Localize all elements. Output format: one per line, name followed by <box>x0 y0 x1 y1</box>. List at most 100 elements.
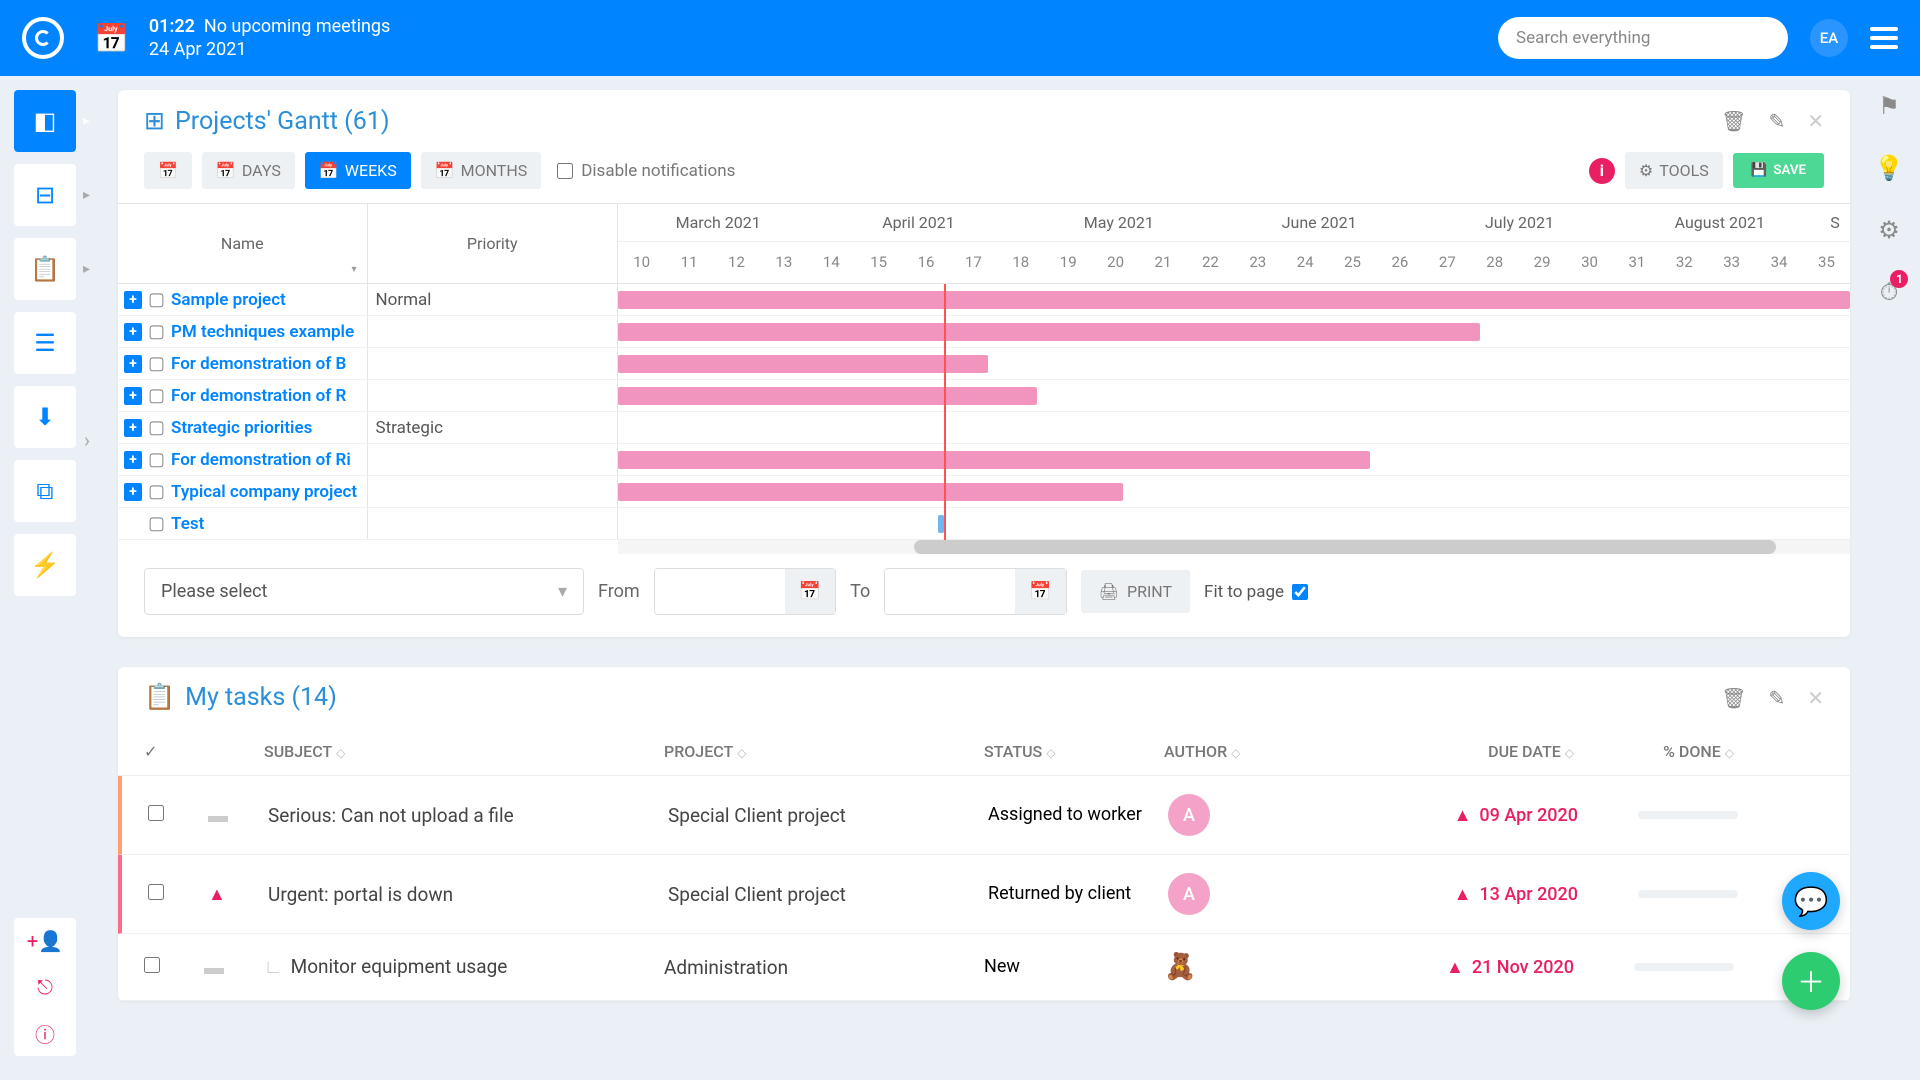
expand-icon[interactable]: + <box>124 483 142 501</box>
task-progress <box>1574 963 1734 971</box>
timer-icon[interactable]: ⏱1 <box>1880 278 1899 306</box>
subject-header[interactable]: SUBJECT◇ <box>264 742 664 761</box>
project-link[interactable]: Sample project <box>171 290 286 310</box>
edit-icon[interactable]: ✎ <box>1768 109 1785 133</box>
gantt-row[interactable]: ▢ Test <box>118 508 1850 540</box>
project-link[interactable]: Test <box>171 514 204 534</box>
gantt-bar[interactable] <box>618 355 988 373</box>
priority-cell <box>368 316 618 347</box>
gantt-scrollbar[interactable] <box>618 540 1850 554</box>
gantt-bar[interactable] <box>938 515 944 533</box>
task-checkbox[interactable] <box>148 884 164 900</box>
info-pill[interactable]: i <box>1589 158 1615 184</box>
calendar-icon[interactable]: 📅 <box>94 22 129 55</box>
delete-icon[interactable]: 🗑 <box>1721 109 1746 133</box>
status-header[interactable]: STATUS◇ <box>984 742 1164 761</box>
done-header[interactable]: % DONE◇ <box>1574 742 1734 761</box>
to-date-input[interactable]: 📅 <box>884 568 1066 615</box>
months-button[interactable]: 📅 MONTHS <box>421 152 542 189</box>
gantt-row[interactable]: +▢For demonstration of R <box>118 380 1850 412</box>
fit-to-page-checkbox[interactable]: Fit to page <box>1204 582 1308 602</box>
expand-icon[interactable]: + <box>124 355 142 373</box>
clipboard-icon: 📋 <box>144 683 175 712</box>
nav-dashboard[interactable]: ◧▸ <box>14 90 76 152</box>
disable-notifications-checkbox[interactable]: Disable notifications <box>557 161 735 181</box>
chat-fab[interactable]: 💬 <box>1782 872 1840 930</box>
task-row[interactable]: ▲Urgent: portal is downSpecial Client pr… <box>118 855 1850 934</box>
project-link[interactable]: Strategic priorities <box>171 418 312 438</box>
project-link[interactable]: PM techniques example <box>171 322 354 342</box>
expand-icon[interactable]: + <box>124 419 142 437</box>
tools-button[interactable]: ⚙ TOOLS <box>1625 152 1723 189</box>
tasks-delete-icon[interactable]: 🗑 <box>1721 686 1746 710</box>
clipboard-icon: ▢ <box>148 513 165 534</box>
flag-icon[interactable]: ⚑ <box>1878 92 1900 120</box>
weeks-button[interactable]: 📅 WEEKS <box>305 152 411 189</box>
gantt-title-text: Projects' Gantt (61) <box>175 107 390 136</box>
priority-column-header[interactable]: Priority <box>368 204 618 283</box>
author-header[interactable]: AUTHOR◇ <box>1164 742 1374 761</box>
baseline-select[interactable]: Please select▾ <box>144 568 584 615</box>
month-label: July 2021 <box>1419 204 1619 241</box>
close-icon[interactable]: ✕ <box>1807 109 1824 133</box>
nav-frame[interactable]: ⧉ <box>14 460 76 522</box>
print-button[interactable]: 🖨 PRINT <box>1081 570 1190 613</box>
nav-list[interactable]: ☰ <box>14 312 76 374</box>
gantt-bar[interactable] <box>618 451 1370 469</box>
user-avatar[interactable]: EA <box>1810 19 1848 57</box>
name-column-header[interactable]: Name ▾ <box>118 204 368 283</box>
nav-bolt[interactable]: ⚡ <box>14 534 76 596</box>
search-input[interactable]: Search everything <box>1498 17 1788 59</box>
task-row[interactable]: ▬∟Monitor equipment usageAdministrationN… <box>118 934 1850 1001</box>
expand-icon[interactable]: + <box>124 291 142 309</box>
project-link[interactable]: For demonstration of Ri <box>171 450 351 470</box>
gantt-row[interactable]: +▢PM techniques example <box>118 316 1850 348</box>
task-row[interactable]: ▬Serious: Can not upload a fileSpecial C… <box>118 776 1850 855</box>
nav-add-user[interactable]: +👤 <box>14 918 76 964</box>
nav-dropbox[interactable]: ⬇ <box>14 386 76 448</box>
days-button[interactable]: 📅 DAYS <box>202 152 295 189</box>
bulb-icon[interactable]: 💡 <box>1874 154 1904 182</box>
gantt-bar[interactable] <box>618 483 1123 501</box>
gantt-bar[interactable] <box>618 387 1037 405</box>
warning-icon: ▲ <box>1446 957 1464 978</box>
priority-cell <box>368 380 618 411</box>
nav-info[interactable]: ⓘ <box>14 1010 76 1056</box>
gantt-row[interactable]: + ▢ Typical company project <box>118 476 1850 508</box>
project-link[interactable]: For demonstration of R <box>171 386 346 406</box>
gantt-bar[interactable] <box>618 291 1850 309</box>
sliders-icon[interactable]: ⚙ <box>1878 216 1900 244</box>
task-checkbox[interactable] <box>144 957 160 973</box>
check-all[interactable]: ✓ <box>144 742 204 761</box>
project-link[interactable]: For demonstration of B <box>171 354 346 374</box>
app-logo[interactable] <box>22 17 64 59</box>
expand-icon[interactable]: + <box>124 323 142 341</box>
calendar-button[interactable]: 📅 <box>144 152 192 189</box>
task-progress <box>1578 811 1738 819</box>
gantt-chart: Name ▾ Priority March 2021April 2021May … <box>118 203 1850 554</box>
project-link[interactable]: Typical company project <box>171 482 357 502</box>
sidebar-expand-icon[interactable]: › <box>84 428 90 452</box>
nav-gantt[interactable]: ⊟▸ <box>14 164 76 226</box>
due-header[interactable]: DUE DATE◇ <box>1374 742 1574 761</box>
expand-icon[interactable]: + <box>124 387 142 405</box>
tasks-close-icon[interactable]: ✕ <box>1807 686 1824 710</box>
nav-logout[interactable]: ⎋ <box>14 964 76 1010</box>
save-button[interactable]: 💾 SAVE <box>1733 153 1824 188</box>
gantt-row[interactable]: +▢For demonstration of Ri <box>118 444 1850 476</box>
nav-tasks[interactable]: 📋▸ <box>14 238 76 300</box>
tasks-edit-icon[interactable]: ✎ <box>1768 686 1785 710</box>
gantt-row[interactable]: +▢Sample projectNormal <box>118 284 1850 316</box>
gantt-row[interactable]: +▢For demonstration of B <box>118 348 1850 380</box>
gantt-row[interactable]: +▢Strategic prioritiesStrategic <box>118 412 1850 444</box>
project-header[interactable]: PROJECT◇ <box>664 742 984 761</box>
from-date-input[interactable]: 📅 <box>654 568 836 615</box>
gantt-bar[interactable] <box>618 323 1480 341</box>
expand-icon[interactable]: + <box>124 451 142 469</box>
task-checkbox[interactable] <box>148 805 164 821</box>
clipboard-icon: ▢ <box>148 481 165 502</box>
add-fab[interactable]: ＋ <box>1782 952 1840 1010</box>
week-label: 29 <box>1518 242 1565 282</box>
menu-icon[interactable] <box>1870 27 1898 49</box>
week-label: 18 <box>997 242 1044 282</box>
